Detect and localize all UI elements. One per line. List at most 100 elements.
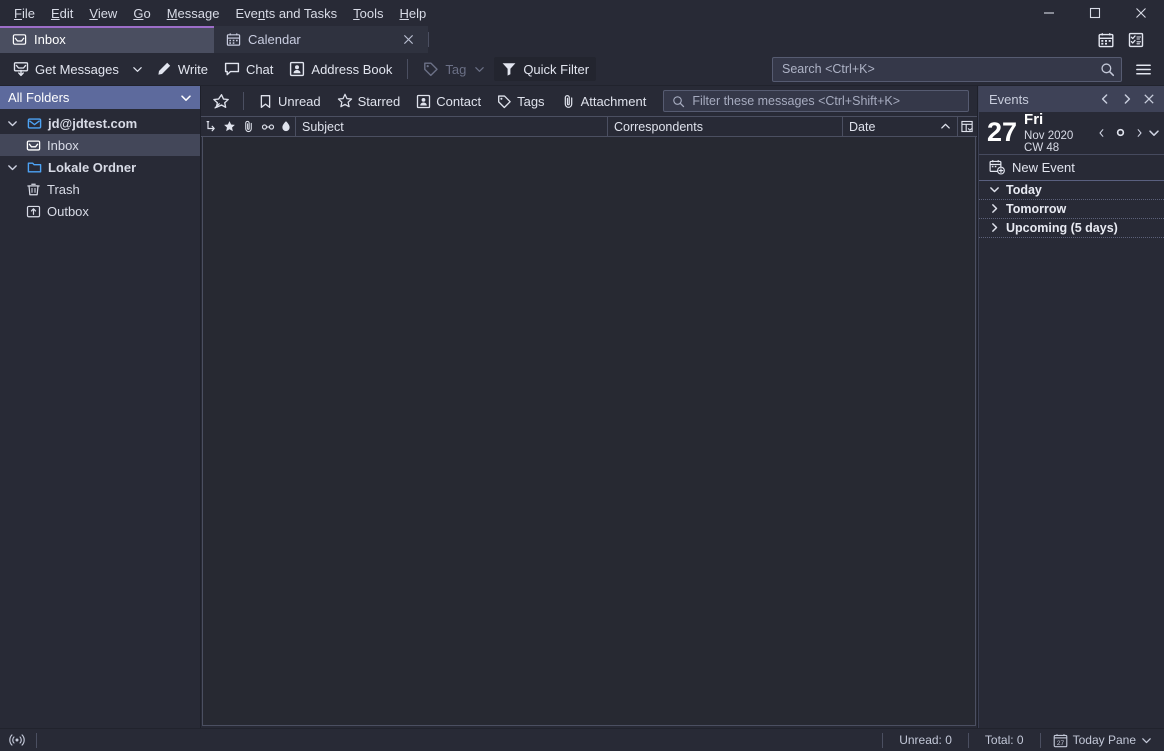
broadcast-icon[interactable] bbox=[6, 732, 28, 748]
close-button[interactable] bbox=[1118, 0, 1164, 26]
mini-next-button[interactable] bbox=[1131, 124, 1148, 142]
menu-view-label: View bbox=[89, 6, 117, 21]
folder-tree: jd@jdtest.com Inbox Lokale Ordner bbox=[0, 109, 200, 728]
menu-tools[interactable]: Tools bbox=[345, 3, 391, 24]
today-section-tomorrow[interactable]: Tomorrow bbox=[979, 200, 1164, 219]
chat-button[interactable]: Chat bbox=[217, 57, 280, 81]
address-book-button[interactable]: Address Book bbox=[282, 57, 399, 81]
maximize-button[interactable] bbox=[1072, 0, 1118, 26]
get-messages-dropdown-button[interactable] bbox=[128, 60, 147, 79]
quick-filter-starred-button[interactable]: Starred bbox=[330, 90, 408, 112]
folder-row-inbox[interactable]: Inbox bbox=[0, 134, 200, 156]
menu-go[interactable]: Go bbox=[125, 3, 158, 24]
search-area: Search <Ctrl+K> bbox=[772, 56, 1156, 82]
events-close-button[interactable] bbox=[1138, 88, 1160, 110]
today-section-upcoming[interactable]: Upcoming (5 days) bbox=[979, 219, 1164, 238]
quick-filter-starred-label: Starred bbox=[358, 94, 401, 109]
column-header-unread[interactable] bbox=[258, 117, 277, 136]
minimize-button[interactable] bbox=[1026, 0, 1072, 26]
menu-view[interactable]: View bbox=[81, 3, 125, 24]
folder-row-trash[interactable]: Trash bbox=[0, 178, 200, 200]
column-header-thread[interactable] bbox=[201, 117, 220, 136]
twisty-down-icon[interactable] bbox=[4, 162, 20, 173]
quick-filter-button[interactable]: Quick Filter bbox=[494, 57, 596, 81]
folder-row-outbox[interactable]: Outbox bbox=[0, 200, 200, 222]
chat-icon bbox=[224, 61, 240, 77]
inbox-icon bbox=[24, 138, 42, 153]
column-header-junk[interactable] bbox=[277, 117, 296, 136]
column-header-attachment[interactable] bbox=[239, 117, 258, 136]
tab-calendar[interactable]: Calendar bbox=[214, 26, 428, 53]
tag-label: Tag bbox=[445, 62, 466, 77]
star-icon bbox=[223, 120, 236, 133]
write-label: Write bbox=[178, 62, 208, 77]
column-header-correspondents[interactable]: Correspondents bbox=[608, 117, 843, 136]
today-pane-header: Events bbox=[979, 86, 1164, 112]
twisty-down-icon[interactable] bbox=[987, 184, 1001, 195]
column-picker-button[interactable] bbox=[958, 117, 977, 136]
menu-tools-label: Tools bbox=[353, 6, 383, 21]
folder-mode-picker[interactable]: All Folders bbox=[0, 86, 200, 109]
tag-icon bbox=[497, 94, 512, 109]
today-section-today[interactable]: Today bbox=[979, 181, 1164, 200]
message-list[interactable] bbox=[202, 137, 976, 726]
menu-help[interactable]: Help bbox=[391, 3, 434, 24]
calendar-icon bbox=[226, 32, 241, 47]
menu-events-and-tasks[interactable]: Events and Tasks bbox=[227, 3, 345, 24]
message-list-header: Subject Correspondents Date bbox=[201, 116, 977, 137]
pencil-icon bbox=[156, 61, 172, 77]
quick-filter-unread-button[interactable]: Unread bbox=[251, 91, 328, 112]
app-menu-button[interactable] bbox=[1130, 56, 1156, 82]
mini-today-button[interactable] bbox=[1112, 124, 1129, 142]
twisty-right-icon[interactable] bbox=[987, 203, 1001, 214]
events-next-button[interactable] bbox=[1116, 88, 1138, 110]
chevron-down-icon bbox=[1141, 735, 1152, 746]
folder-label-outbox: Outbox bbox=[47, 204, 89, 219]
quick-filter-tags-button[interactable]: Tags bbox=[490, 91, 551, 112]
tasks-icon[interactable] bbox=[1124, 29, 1148, 51]
quick-filter-pinned-button[interactable] bbox=[207, 90, 236, 113]
column-header-subject[interactable]: Subject bbox=[296, 117, 608, 136]
chevron-left-icon bbox=[1099, 93, 1111, 105]
tab-calendar-close-button[interactable] bbox=[400, 32, 416, 48]
trash-icon bbox=[24, 182, 42, 197]
folder-row-account[interactable]: jd@jdtest.com bbox=[0, 112, 200, 134]
funnel-icon bbox=[501, 61, 517, 77]
twisty-down-icon[interactable] bbox=[4, 118, 20, 129]
address-book-label: Address Book bbox=[311, 62, 392, 77]
today-section-tomorrow-label: Tomorrow bbox=[1006, 202, 1066, 216]
menu-edit[interactable]: Edit bbox=[43, 3, 81, 24]
outbox-icon bbox=[24, 204, 42, 219]
get-messages-button[interactable]: Get Messages bbox=[6, 57, 126, 81]
status-separator bbox=[36, 733, 37, 748]
account-mail-icon bbox=[25, 116, 43, 131]
folder-mode-label: All Folders bbox=[8, 90, 69, 105]
write-button[interactable]: Write bbox=[149, 57, 215, 81]
today-pane: Events 27 Fri Nov 2020 CW 48 bbox=[978, 86, 1164, 728]
menu-edit-label: Edit bbox=[51, 6, 73, 21]
column-header-date[interactable]: Date bbox=[843, 117, 958, 136]
quick-filter-search-input[interactable]: Filter these messages <Ctrl+Shift+K> bbox=[663, 90, 969, 112]
mini-prev-button[interactable] bbox=[1093, 124, 1110, 142]
folder-label-local-folders: Lokale Ordner bbox=[48, 160, 136, 175]
inbox-icon bbox=[12, 32, 27, 47]
column-header-starred[interactable] bbox=[220, 117, 239, 136]
menu-message[interactable]: Message bbox=[159, 3, 228, 24]
today-pane-toggle-button[interactable]: 27 Today Pane bbox=[1049, 731, 1156, 750]
unread-dot-icon bbox=[261, 121, 275, 133]
folder-row-local-folders[interactable]: Lokale Ordner bbox=[0, 156, 200, 178]
quick-filter-contact-button[interactable]: Contact bbox=[409, 91, 488, 112]
events-prev-button[interactable] bbox=[1094, 88, 1116, 110]
search-icon bbox=[672, 95, 685, 108]
calendar-icon[interactable] bbox=[1094, 29, 1118, 51]
quick-filter-attachment-button[interactable]: Attachment bbox=[554, 91, 654, 112]
status-bar: Unread: 0 Total: 0 27 Today Pane bbox=[0, 728, 1164, 751]
today-expand-button[interactable] bbox=[1148, 127, 1160, 139]
twisty-right-icon[interactable] bbox=[987, 222, 1001, 233]
tag-button[interactable]: Tag bbox=[416, 57, 492, 81]
today-section-upcoming-label: Upcoming (5 days) bbox=[1006, 221, 1118, 235]
menu-file[interactable]: File bbox=[6, 3, 43, 24]
tab-inbox[interactable]: Inbox bbox=[0, 26, 214, 53]
search-input[interactable]: Search <Ctrl+K> bbox=[772, 57, 1122, 82]
new-event-button[interactable]: New Event bbox=[979, 155, 1164, 181]
